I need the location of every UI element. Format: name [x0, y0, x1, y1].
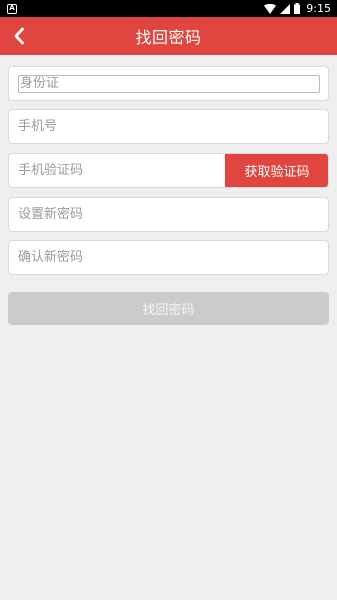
chevron-left-icon	[14, 27, 24, 45]
confirm-password-field	[8, 240, 329, 275]
sms-code-field: 获取验证码	[8, 153, 329, 188]
id-card-field	[8, 66, 329, 101]
id-card-input[interactable]	[18, 74, 320, 93]
status-bar: A 9:15	[0, 0, 337, 17]
back-button[interactable]	[6, 17, 32, 55]
new-password-input[interactable]	[18, 198, 328, 231]
sms-code-input[interactable]	[18, 154, 225, 187]
get-code-button[interactable]: 获取验证码	[225, 154, 328, 187]
sim-card-icon: A	[7, 3, 17, 14]
phone-field	[8, 109, 329, 144]
signal-icon	[280, 3, 291, 14]
status-time: 9:15	[306, 2, 331, 15]
wifi-icon	[264, 3, 277, 14]
submit-button[interactable]: 找回密码	[8, 292, 329, 325]
app-bar: 找回密码	[0, 17, 337, 55]
new-password-field	[8, 197, 329, 232]
page-title: 找回密码	[135, 28, 202, 47]
confirm-password-input[interactable]	[18, 241, 328, 274]
phone-input[interactable]	[18, 110, 328, 143]
battery-icon	[294, 3, 301, 14]
